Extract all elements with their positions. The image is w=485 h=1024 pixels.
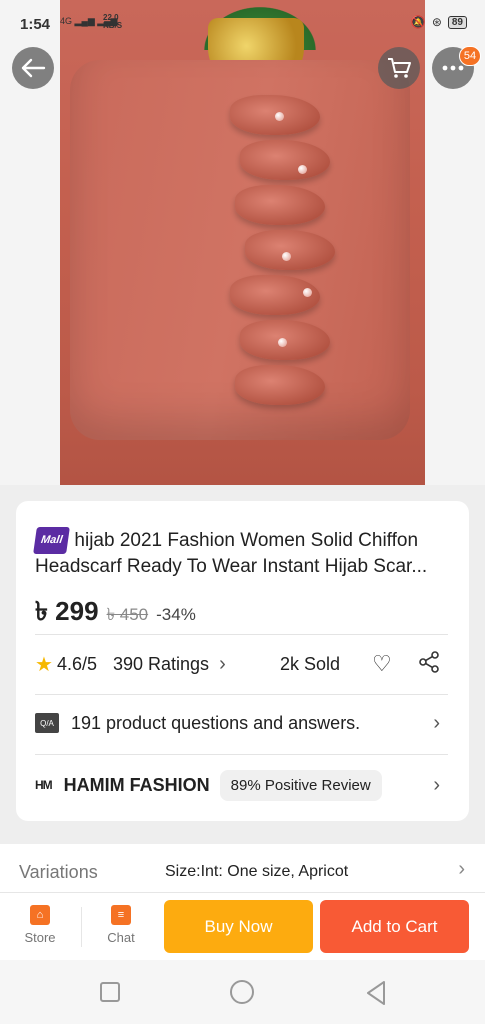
store-row[interactable]: HM HAMIM FASHION 89% Positive Review ›	[35, 769, 448, 801]
pearl	[303, 288, 312, 297]
divider	[35, 694, 448, 695]
rating-count: 390 Ratings	[112, 653, 210, 674]
arrow-left-icon	[21, 58, 46, 78]
old-price: ৳ 450	[106, 605, 149, 624]
alarm-icon: ⊛	[431, 15, 442, 29]
mall-tag: Mall	[33, 527, 71, 554]
network-speed: 22.0 KB/S	[103, 14, 122, 30]
divider	[35, 754, 448, 755]
price: ৳ 299	[35, 596, 99, 626]
share-icon[interactable]	[417, 650, 441, 679]
divider	[81, 907, 82, 947]
wishlist-heart-icon[interactable]: ♡	[372, 651, 392, 677]
store-button[interactable]: ⌂ Store	[10, 905, 70, 945]
variations-label: Variations	[19, 862, 98, 882]
system-nav-bar	[0, 960, 485, 1024]
cart-icon	[388, 58, 411, 78]
chevron-right-icon: ›	[433, 773, 440, 796]
store-logo-icon: HM	[35, 778, 53, 792]
cart-button[interactable]	[378, 47, 420, 89]
price-row: ৳ 299 ৳ 450 -34%	[35, 591, 196, 635]
status-bar: 1:54 4G ▂▄▆ ▂▄▆ 22.0 KB/S 🔕 ⊛ 89	[0, 0, 485, 50]
back-triangle-icon[interactable]	[364, 980, 388, 1011]
recents-icon[interactable]	[100, 982, 120, 1002]
pearl	[282, 252, 291, 261]
divider	[35, 634, 448, 635]
chevron-right-icon: ›	[458, 858, 465, 880]
chat-label: Chat	[107, 930, 135, 945]
more-icon	[442, 65, 464, 71]
product-title[interactable]: Mall hijab 2021 Fashion Women Solid Chiff…	[33, 527, 455, 579]
pearl	[298, 165, 307, 174]
notification-badge: 54	[459, 46, 481, 66]
qa-text: 191 product questions and answers.	[71, 712, 361, 733]
home-icon[interactable]	[230, 980, 254, 1004]
store-icon: ⌂	[30, 905, 50, 925]
pearl	[275, 112, 284, 121]
sold-count: 2k Sold	[280, 653, 341, 674]
variations-value: Size:Int: One size, Apricot	[165, 863, 349, 880]
status-right: 🔕 ⊛ 89	[411, 15, 467, 29]
qa-icon: Q/A	[35, 713, 59, 733]
speed-unit: KB/S	[103, 21, 123, 30]
store-label: Store	[24, 930, 56, 945]
network-type: 4G	[60, 16, 73, 26]
store-name: HAMIM FASHION	[63, 774, 210, 795]
chat-button[interactable]: ≡ Chat	[91, 905, 151, 945]
pearl	[278, 338, 287, 347]
chevron-right-icon: ›	[219, 652, 226, 675]
star-icon: ★	[35, 653, 53, 676]
rating-row[interactable]: ★ 4.6/5 390 Ratings › 2k Sold ♡	[35, 650, 448, 678]
back-button[interactable]	[12, 47, 54, 89]
bottom-action-bar: ⌂ Store ≡ Chat Buy Now Add to Cart	[0, 892, 485, 960]
ruffle	[240, 140, 330, 180]
discount: -34%	[156, 605, 196, 624]
ruffle	[235, 365, 325, 405]
rating-score: 4.6/5	[56, 653, 97, 674]
product-photo[interactable]	[60, 0, 425, 485]
add-to-cart-button[interactable]: Add to Cart	[320, 900, 469, 953]
status-time: 1:54	[20, 16, 51, 33]
variations-row[interactable]: Variations Size:Int: One size, Apricot ›	[0, 844, 485, 896]
positive-review-badge: 89% Positive Review	[219, 769, 382, 801]
chevron-right-icon: ›	[433, 711, 440, 734]
product-title-text: hijab 2021 Fashion Women Solid Chiffon H…	[35, 530, 428, 577]
ruffle	[235, 185, 325, 225]
battery-icon: 89	[447, 15, 467, 29]
qa-row[interactable]: Q/A 191 product questions and answers. ›	[35, 709, 448, 737]
chat-icon: ≡	[111, 905, 131, 925]
buy-now-button[interactable]: Buy Now	[164, 900, 313, 953]
product-info-card: Mall hijab 2021 Fashion Women Solid Chiff…	[16, 501, 469, 821]
mute-icon: 🔕	[410, 15, 426, 29]
ruffle	[245, 230, 335, 270]
